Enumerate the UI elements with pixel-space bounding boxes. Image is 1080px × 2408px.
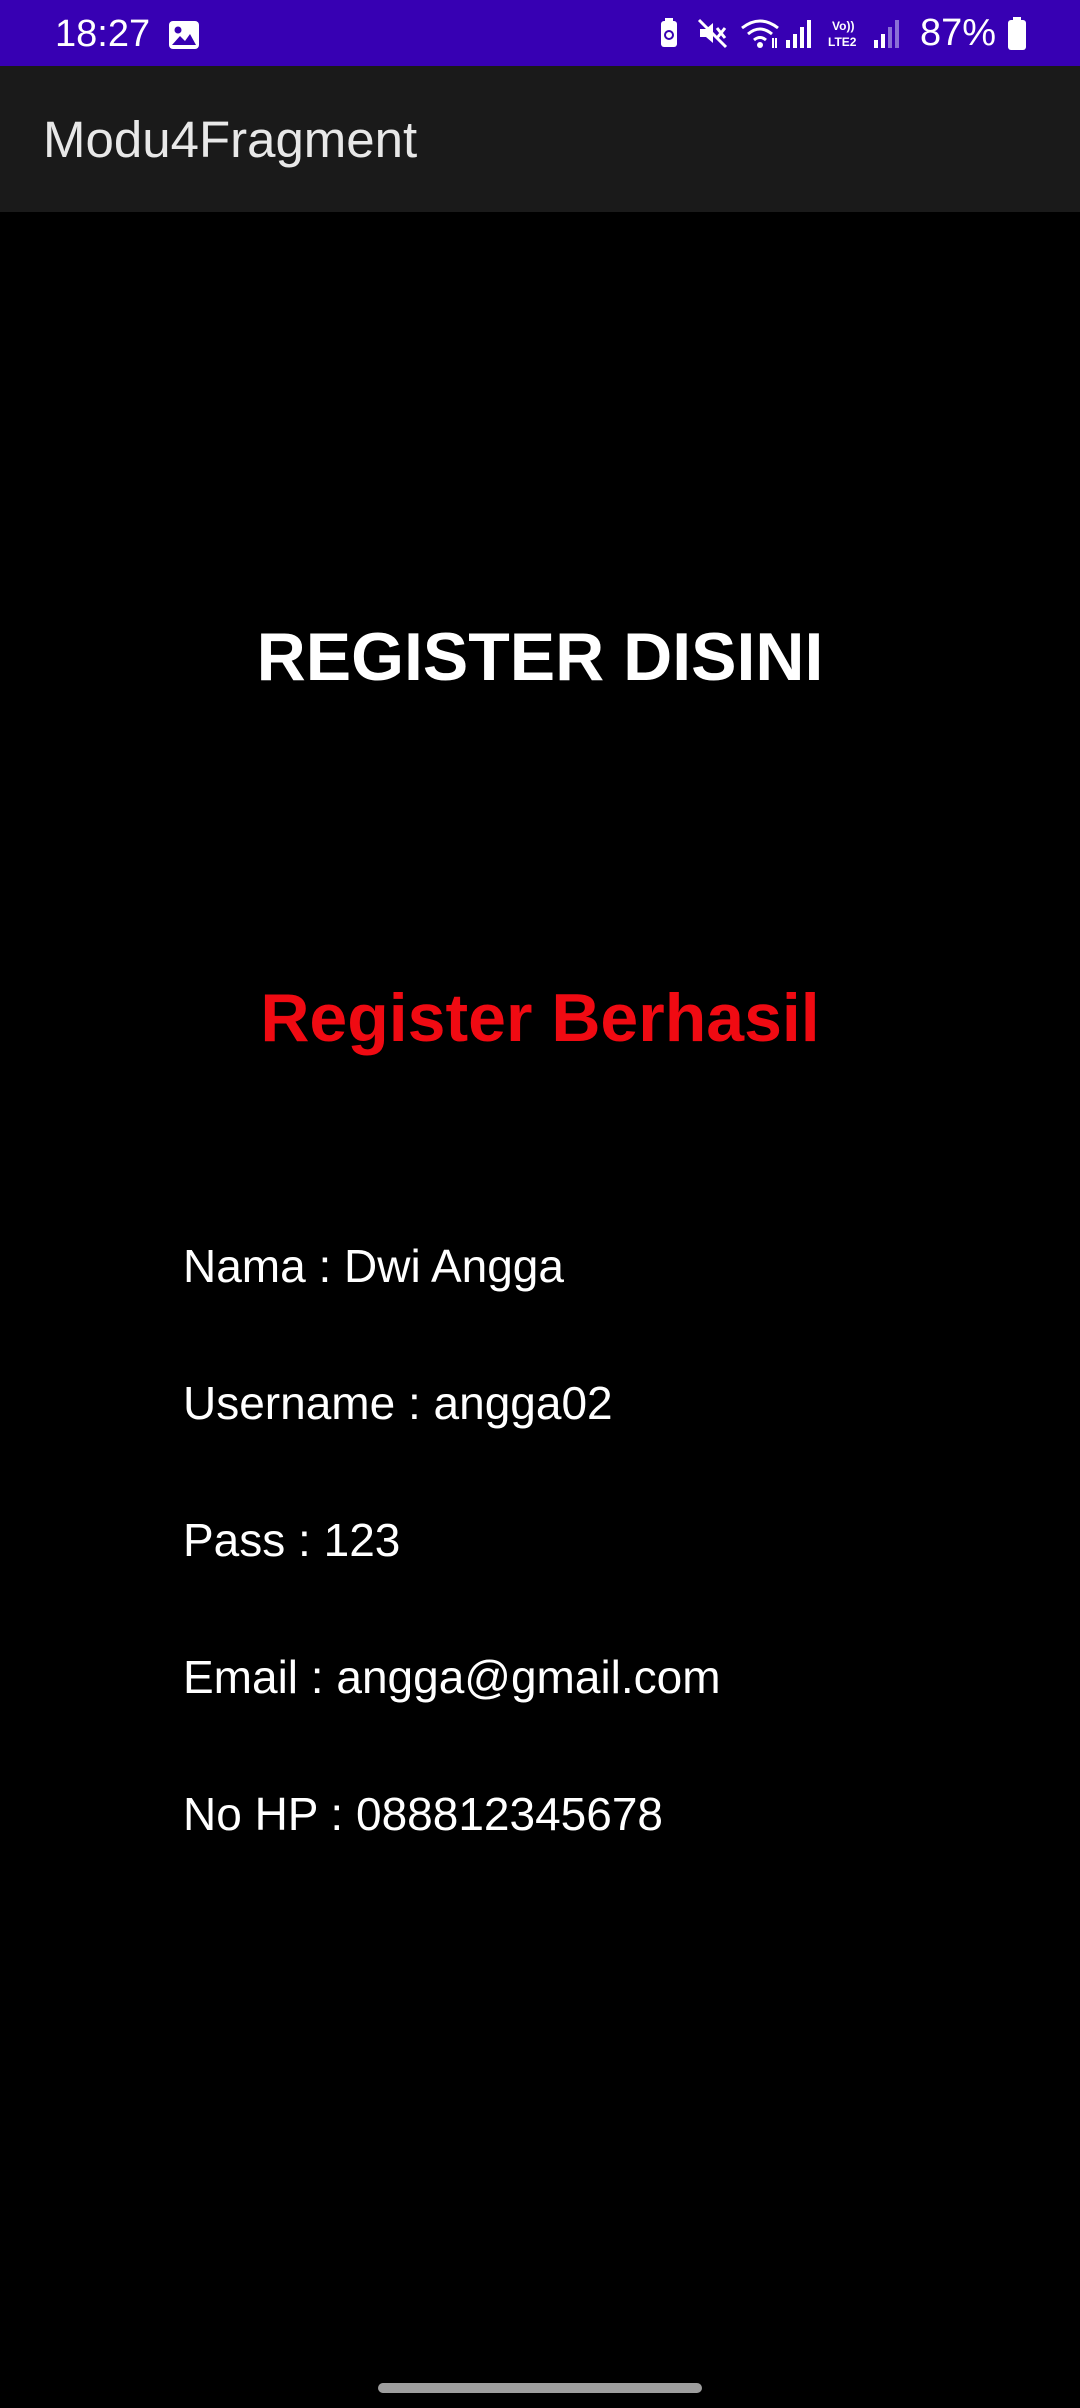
signal-2-icon	[872, 16, 906, 50]
svg-text:Vo)): Vo))	[832, 19, 854, 33]
gallery-icon	[168, 20, 200, 50]
detail-nama: Nama : Dwi Angga	[183, 1240, 564, 1292]
app-title: Modu4Fragment	[43, 111, 418, 168]
status-bar: 18:27 Vo)) LTE2 87%	[0, 0, 1080, 66]
detail-no-hp: No HP : 088812345678	[183, 1788, 663, 1840]
register-heading: REGISTER DISINI	[256, 619, 824, 695]
detail-email: Email : angga@gmail.com	[183, 1651, 721, 1703]
signal-icon	[784, 16, 818, 50]
register-success-message: Register Berhasil	[260, 980, 820, 1056]
battery-saver-icon	[652, 16, 686, 50]
detail-pass: Pass : 123	[183, 1514, 401, 1566]
registration-details: Nama : Dwi Angga Username : angga02 Pass…	[183, 1233, 721, 1918]
svg-text:LTE2: LTE2	[828, 35, 857, 49]
status-icons: Vo)) LTE2 87%	[652, 10, 1028, 56]
home-indicator[interactable]	[378, 2383, 702, 2393]
volte-lte2-icon: Vo)) LTE2	[828, 16, 862, 50]
battery-icon	[1006, 16, 1028, 50]
app-bar: Modu4Fragment	[0, 66, 1080, 212]
mute-icon	[696, 16, 730, 50]
wifi-icon	[740, 16, 779, 50]
screen: 18:27 Vo)) LTE2 87% Modu4Fragment REGIST…	[0, 0, 1080, 2408]
battery-percent: 87%	[919, 12, 996, 54]
status-time: 18:27	[55, 13, 151, 55]
detail-username: Username : angga02	[183, 1377, 613, 1429]
